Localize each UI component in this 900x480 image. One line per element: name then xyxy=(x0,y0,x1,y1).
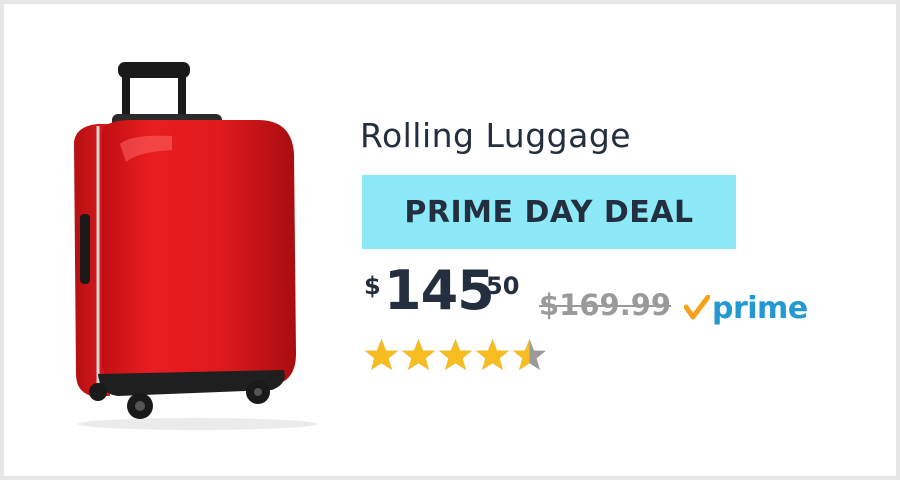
price-whole: 145 xyxy=(384,259,495,322)
star-icon xyxy=(513,339,546,370)
deal-badge-label: PRIME DAY DEAL xyxy=(404,194,694,230)
prime-label: prime xyxy=(712,290,808,326)
star-icon xyxy=(439,339,472,370)
list-price: $169.99 xyxy=(539,288,672,322)
product-title[interactable]: Rolling Luggage xyxy=(360,116,631,155)
price-row: $ 145 50 $169.99 prime xyxy=(362,262,882,332)
price-fraction: 50 xyxy=(486,272,520,300)
deal-card[interactable]: Rolling Luggage PRIME DAY DEAL $ 145 50 … xyxy=(4,4,896,476)
star-rating[interactable] xyxy=(364,338,547,372)
star-icon xyxy=(365,339,398,370)
checkmark-icon xyxy=(684,295,710,320)
price-currency: $ xyxy=(364,272,381,300)
star-icon xyxy=(402,339,435,370)
prime-day-deal-badge: PRIME DAY DEAL xyxy=(362,175,736,249)
star-icon xyxy=(476,339,509,370)
suitcase-image[interactable] xyxy=(62,54,332,434)
prime-logo: prime xyxy=(684,288,808,328)
